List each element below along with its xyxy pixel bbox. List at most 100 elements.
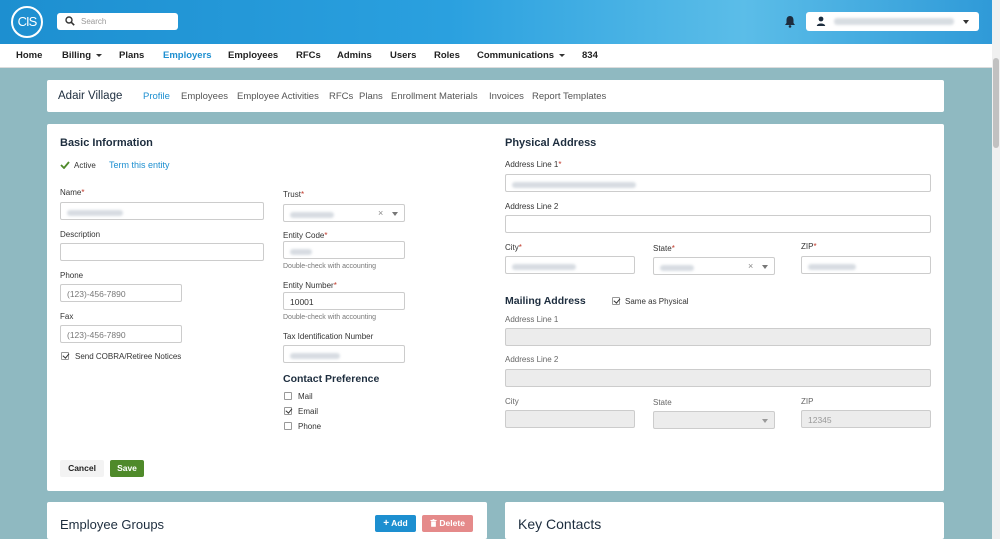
term-entity-link[interactable]: Term this entity [109,160,170,170]
mailing-state-select [653,411,775,429]
clear-icon[interactable]: × [378,208,383,218]
same-as-physical-label: Same as Physical [625,297,689,306]
tab-plans[interactable]: Plans [359,91,383,102]
nav-admins[interactable]: Admins [337,50,372,61]
scrollbar-thumb[interactable] [993,58,999,148]
cobra-label: Send COBRA/Retiree Notices [75,352,182,361]
cancel-button[interactable]: Cancel [60,460,104,477]
same-as-physical-checkbox[interactable] [612,297,620,305]
physical-state-label: State* [653,244,675,253]
chevron-down-icon [963,20,969,24]
user-icon [816,16,826,26]
tab-report-templates[interactable]: Report Templates [532,91,606,102]
nav-834[interactable]: 834 [582,50,598,61]
mailing-line1-label: Address Line 1 [505,315,559,324]
entity-number-hint: Double-check with accounting [283,314,376,321]
physical-city-label: City* [505,243,522,252]
name-input[interactable] [60,202,264,220]
physical-address-title: Physical Address [505,137,597,149]
mail-checkbox[interactable] [284,392,292,400]
name-label: Name* [60,188,85,197]
employee-groups-title: Employee Groups [60,517,165,532]
physical-line1-input[interactable] [505,174,931,192]
check-icon [60,161,70,169]
fax-input[interactable]: (123)-456-7890 [60,325,182,343]
add-group-button[interactable]: + Add [375,515,416,532]
fax-label: Fax [60,312,74,321]
search-icon [65,16,75,26]
save-button[interactable]: Save [110,460,144,477]
key-contacts-title: Key Contacts [518,516,602,532]
tab-rfcs[interactable]: RFCs [329,91,353,102]
entity-number-input[interactable]: 10001 [283,292,405,310]
entity-number-label: Entity Number* [283,281,337,290]
description-input[interactable] [60,243,264,261]
entity-code-hint: Double-check with accounting [283,263,376,270]
phone-pref-label: Phone [298,422,322,431]
phone-label: Phone [60,271,84,280]
nav-roles[interactable]: Roles [434,50,460,61]
cobra-checkbox[interactable] [61,352,69,360]
entity-code-input[interactable] [283,241,405,259]
phone-input[interactable]: (123)-456-7890 [60,284,182,302]
entity-code-label: Entity Code* [283,231,328,240]
mailing-city-input [505,410,635,428]
physical-zip-input[interactable] [801,256,931,274]
nav-communications[interactable]: Communications [477,50,565,61]
physical-state-select[interactable]: × [653,257,775,275]
physical-zip-label: ZIP* [801,242,817,251]
tab-employees[interactable]: Employees [181,91,228,102]
nav-employees[interactable]: Employees [228,50,278,61]
tab-employee-activities[interactable]: Employee Activities [237,91,319,102]
tax-id-input[interactable] [283,345,405,363]
mailing-zip-label: ZIP [801,397,814,406]
nav-users[interactable]: Users [390,50,416,61]
contact-pref-title: Contact Preference [283,373,380,385]
user-name-redacted [834,18,954,25]
phone-checkbox[interactable] [284,422,292,430]
cis-logo[interactable]: CIS [11,6,43,38]
nav-home[interactable]: Home [16,50,42,61]
description-label: Description [60,230,101,239]
physical-line2-input[interactable] [505,215,931,233]
mailing-state-label: State [653,398,672,407]
physical-line1-label: Address Line 1* [505,160,562,169]
delete-group-button[interactable]: Delete [422,515,473,532]
search-box[interactable] [57,13,178,30]
user-menu[interactable] [806,12,979,31]
top-bar: CIS [0,0,992,44]
mailing-zip-input: 12345 [801,410,931,428]
physical-city-input[interactable] [505,256,635,274]
tab-enrollment-materials[interactable]: Enrollment Materials [391,91,478,102]
mail-label: Mail [298,392,313,401]
entity-header: Adair Village Profile Employees Employee… [47,80,944,112]
plus-icon: + [383,518,390,529]
mailing-address-title: Mailing Address [505,295,586,307]
tax-id-label: Tax Identification Number [283,332,374,341]
physical-line2-label: Address Line 2 [505,202,559,211]
nav-employers[interactable]: Employers [163,50,212,61]
email-label: Email [298,407,319,416]
chevron-down-icon [392,212,398,216]
page-scrollbar[interactable] [992,0,1000,539]
chevron-down-icon [762,419,768,423]
nav-billing[interactable]: Billing [62,50,102,61]
clear-icon[interactable]: × [748,261,753,271]
trust-select[interactable]: × [283,204,405,222]
tab-profile[interactable]: Profile [143,91,170,102]
status-active: Active [74,161,96,170]
bell-icon[interactable] [784,15,796,28]
key-contacts-panel: Key Contacts [505,502,944,539]
tab-invoices[interactable]: Invoices [489,91,524,102]
nav-plans[interactable]: Plans [119,50,144,61]
profile-panel: Basic Information Active Term this entit… [47,124,944,491]
mailing-city-label: City [505,397,519,406]
search-input[interactable] [81,14,173,29]
entity-name: Adair Village [58,90,123,102]
trash-icon [430,519,437,527]
trust-label: Trust* [283,190,305,199]
basic-info-title: Basic Information [60,137,153,149]
nav-rfcs[interactable]: RFCs [296,50,321,61]
email-checkbox[interactable] [284,407,292,415]
mailing-line2-label: Address Line 2 [505,355,559,364]
